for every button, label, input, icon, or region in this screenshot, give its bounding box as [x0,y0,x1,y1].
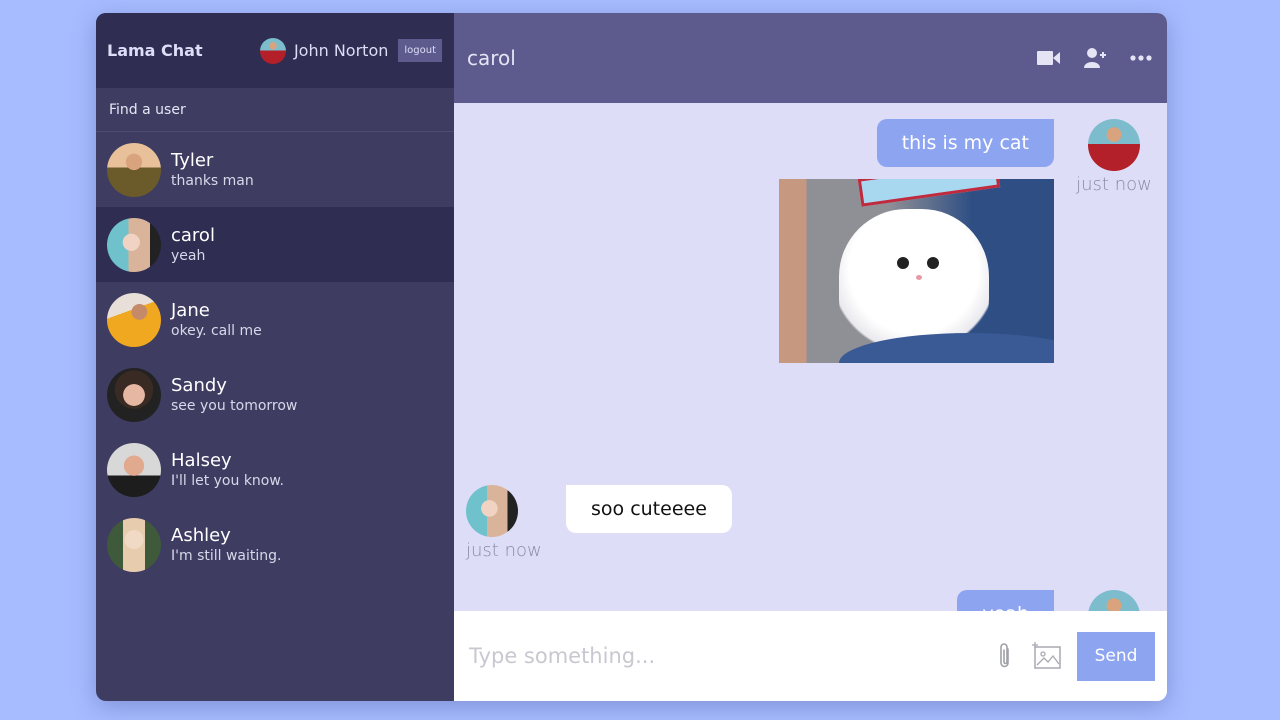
current-user-avatar [259,37,286,64]
avatar [107,142,161,197]
chat-item-name: carol [171,224,215,246]
avatar [107,292,161,347]
user-search [96,88,454,132]
search-input[interactable] [109,101,441,118]
message-avatar [466,485,518,537]
chat-actions [1037,46,1153,70]
chat-item-name: Ashley [171,524,231,546]
add-user-icon[interactable] [1083,46,1107,70]
message-bubble: soo cuteeee [566,485,732,533]
chat-item-last-message: see you tomorrow [171,397,298,414]
chat-item-name: Halsey [171,449,232,471]
chat-item-tyler[interactable]: Tyler thanks man [96,132,454,207]
message-meta: just now [466,485,546,561]
chat-list: Tyler thanks man carol yeah Jane okey. c… [96,132,454,701]
message-meta: just now [1074,119,1154,363]
chat-item-last-message: I'm still waiting. [171,547,282,564]
avatar [107,442,161,497]
chat-item-last-message: I'll let you know. [171,472,284,489]
message-time: just now [466,540,542,561]
chat-panel: carol just now this is my cat just now s… [454,13,1167,701]
chat-header: carol [454,13,1167,103]
message-received: just now soo cuteeee [466,485,732,561]
avatar [107,367,161,422]
sidebar: Lama Chat John Norton logout Tyler thank… [96,13,454,701]
chat-item-sandy[interactable]: Sandy see you tomorrow [96,357,454,432]
message-bubble: this is my cat [876,119,1054,167]
message-input-bar: Send [454,611,1167,701]
chat-item-last-message: okey. call me [171,322,262,339]
message-owner: just now this is my cat [779,119,1154,363]
app-logo: Lama Chat [107,41,203,60]
message-image-cat[interactable] [779,179,1054,363]
navbar: Lama Chat John Norton logout [96,13,454,88]
avatar [107,517,161,572]
logout-button[interactable]: logout [398,39,442,62]
chat-item-last-message: yeah [171,247,206,264]
chat-item-name: Tyler [171,149,214,171]
chat-item-jane[interactable]: Jane okey. call me [96,282,454,357]
messages-area: just now this is my cat just now soo cut… [454,103,1167,611]
chat-title: carol [467,46,516,70]
avatar [107,217,161,272]
current-user-name: John Norton [293,41,389,60]
message-avatar [1088,119,1140,171]
message-owner: just now yeah [957,590,1154,611]
message-avatar [1088,590,1140,611]
message-content: this is my cat [779,119,1054,363]
message-content: soo cuteeee [566,485,732,561]
message-time: just now [1076,174,1152,195]
send-button[interactable]: Send [1077,631,1155,681]
more-options-icon[interactable] [1129,46,1153,70]
message-bubble: yeah [957,590,1054,611]
chat-item-ashley[interactable]: Ashley I'm still waiting. [96,507,454,582]
attach-file-icon[interactable] [993,643,1017,668]
chat-item-name: Sandy [171,374,227,396]
message-input[interactable] [469,644,979,668]
message-meta: just now [1074,590,1154,611]
video-camera-icon[interactable] [1037,46,1061,70]
add-image-icon[interactable] [1031,641,1063,671]
chat-item-last-message: thanks man [171,172,254,189]
chat-item-name: Jane [171,299,210,321]
message-content: yeah [957,590,1054,611]
current-user: John Norton logout [259,37,442,64]
chat-app-window: Lama Chat John Norton logout Tyler thank… [96,13,1167,701]
chat-item-carol[interactable]: carol yeah [96,207,454,282]
chat-item-halsey[interactable]: Halsey I'll let you know. [96,432,454,507]
